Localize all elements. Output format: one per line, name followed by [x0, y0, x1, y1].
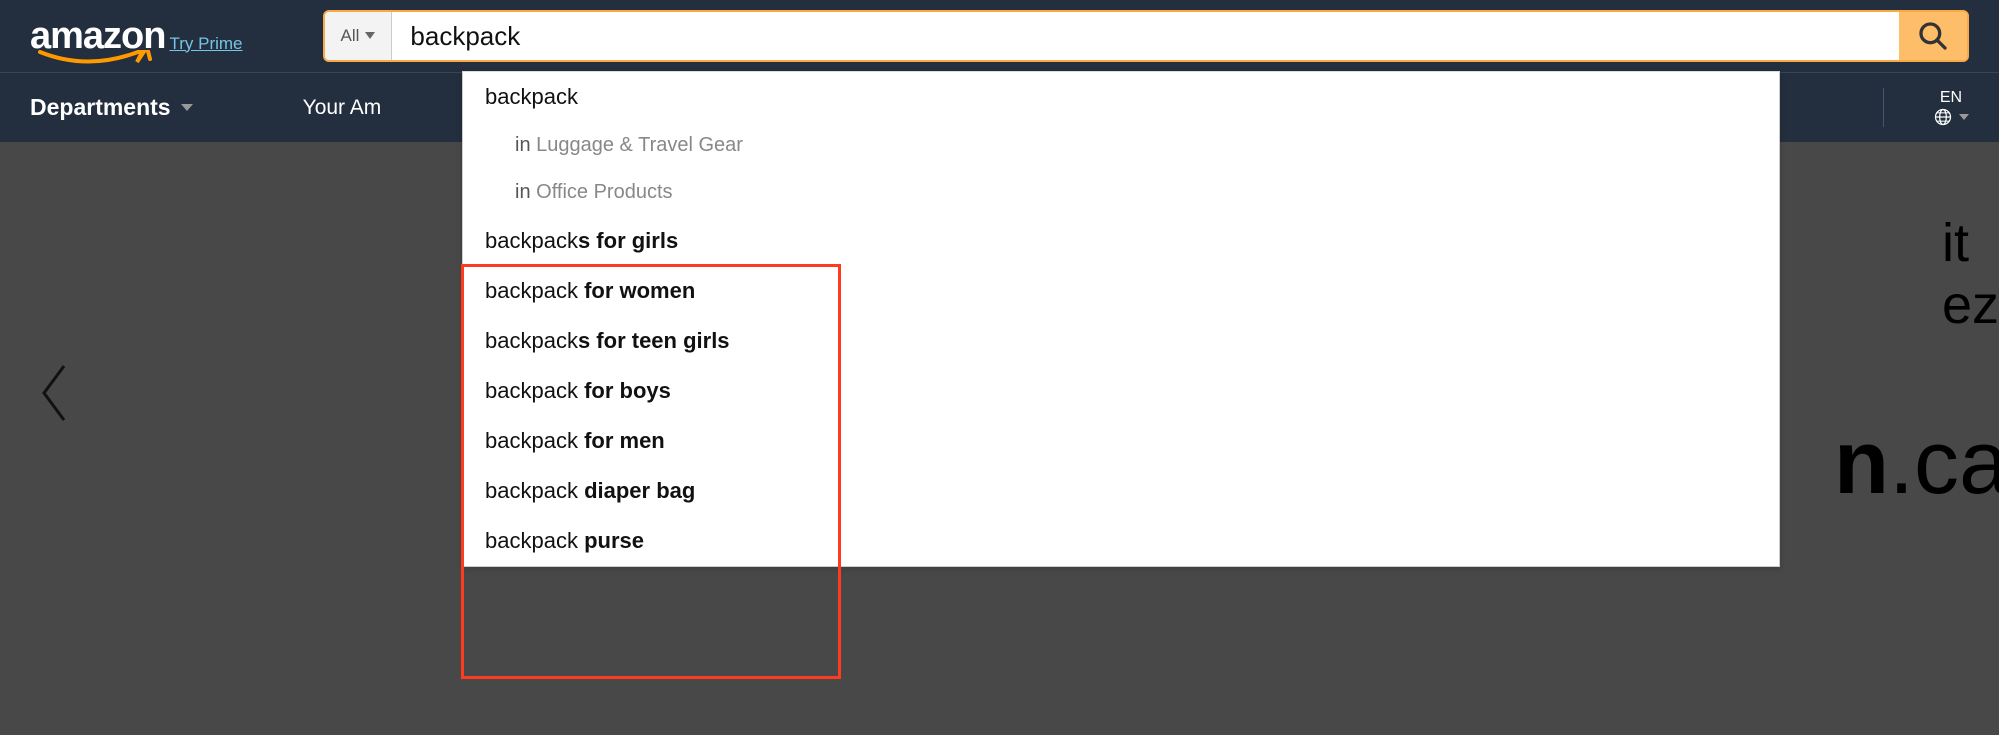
language-code: EN: [1940, 89, 1962, 107]
search-suggestions-dropdown: backpack in Luggage & Travel Gear in Off…: [462, 71, 1780, 567]
suggestion-prefix: backpack: [485, 228, 578, 253]
try-prime-link[interactable]: Try Prime: [169, 34, 242, 54]
search-inner: All: [323, 10, 1969, 62]
suggestion-item[interactable]: backpacks for teen girls: [463, 316, 1779, 366]
suggestion-prefix: backpack: [485, 428, 584, 453]
suggestion-suffix: for boys: [584, 378, 671, 403]
your-amazon-link[interactable]: Your Am: [303, 96, 382, 120]
suggestion-prefix: backpack: [485, 378, 584, 403]
suggestion-department[interactable]: in Luggage & Travel Gear: [463, 122, 1779, 169]
suggestion-item[interactable]: backpack for men: [463, 416, 1779, 466]
suggestion-item[interactable]: backpack purse: [463, 516, 1779, 566]
in-label: in: [515, 134, 531, 156]
suggestion-suffix: diaper bag: [584, 478, 695, 503]
suggestion-prefix: backpack: [485, 478, 584, 503]
search-icon: [1917, 20, 1949, 52]
suggestion-prefix: backpack: [485, 328, 578, 353]
hero-line-2: ez: [1942, 274, 1999, 336]
suggestion-suffix: s for teen girls: [578, 328, 730, 353]
globe-icon: [1933, 107, 1953, 127]
suggestion-suffix: for men: [584, 428, 665, 453]
amazon-smile-icon: [35, 50, 155, 70]
language-selector[interactable]: EN: [1933, 89, 1969, 127]
chevron-left-icon: [38, 362, 70, 424]
hero-line-1: it: [1942, 212, 1999, 274]
in-label: in: [515, 181, 531, 203]
suggestion-text: backpack: [485, 84, 578, 109]
suggestion-prefix: backpack: [485, 528, 584, 553]
search-input[interactable]: [392, 12, 1899, 60]
chevron-down-icon: [181, 104, 193, 111]
hero-logo-fragment: n.ca: [1834, 412, 1999, 515]
dept-name: Luggage & Travel Gear: [536, 134, 743, 156]
suggestion-primary[interactable]: backpack: [463, 72, 1779, 122]
chevron-down-icon: [365, 32, 375, 40]
search-category-label: All: [341, 26, 360, 46]
hero-logo-light: .ca: [1889, 413, 1999, 513]
amazon-logo: amazon: [30, 15, 165, 58]
suggestion-prefix: backpack: [485, 278, 584, 303]
search-category-dropdown[interactable]: All: [325, 12, 393, 60]
search-button[interactable]: [1899, 12, 1967, 60]
logo-section[interactable]: amazon Try Prime: [30, 15, 243, 58]
header-top: amazon Try Prime All: [0, 0, 1999, 72]
hero-text: it ez: [1942, 212, 1999, 336]
hero-logo-bold: n: [1834, 413, 1889, 513]
chevron-down-icon: [1959, 114, 1969, 120]
suggestion-item[interactable]: backpack diaper bag: [463, 466, 1779, 516]
departments-menu[interactable]: Departments: [30, 94, 193, 121]
nav-divider: [1883, 88, 1884, 127]
carousel-prev-button[interactable]: [38, 362, 70, 429]
suggestion-item[interactable]: backpacks for girls: [463, 216, 1779, 266]
suggestion-suffix: purse: [584, 528, 644, 553]
suggestion-suffix: s for girls: [578, 228, 678, 253]
departments-label: Departments: [30, 94, 171, 121]
suggestion-suffix: for women: [584, 278, 695, 303]
dept-name: Office Products: [536, 181, 672, 203]
suggestion-item[interactable]: backpack for boys: [463, 366, 1779, 416]
search-bar: All: [323, 10, 1969, 62]
suggestion-department[interactable]: in Office Products: [463, 169, 1779, 216]
suggestion-item[interactable]: backpack for women: [463, 266, 1779, 316]
